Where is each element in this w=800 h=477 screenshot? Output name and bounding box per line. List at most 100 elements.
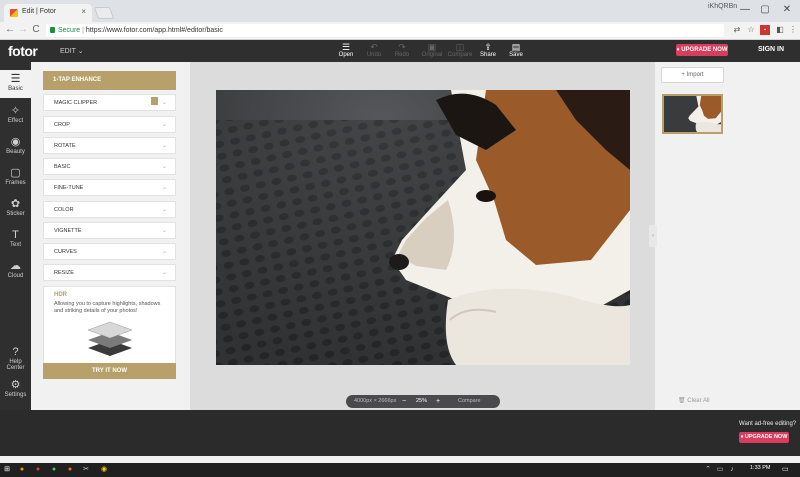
section-resize[interactable]: RESIZE ⌄ xyxy=(43,264,176,281)
minimize-icon[interactable]: — xyxy=(736,2,754,18)
rail-item-settings[interactable]: ⚙ Settings xyxy=(0,376,31,404)
share-icon: ⇪ xyxy=(484,42,492,52)
rail-item-basic[interactable]: ☰ Basic xyxy=(0,70,31,98)
original-button[interactable]: ▣ Original xyxy=(417,42,447,62)
taskbar-app-icon-4[interactable]: ● xyxy=(66,466,74,474)
image-dimensions: 4000px × 2666px xyxy=(354,398,397,404)
maximize-icon[interactable]: ▢ xyxy=(756,2,774,18)
zoom-bar: 4000px × 2666px − 25% + Compare xyxy=(346,395,500,408)
close-window-icon[interactable]: ✕ xyxy=(778,2,796,18)
rail-item-sticker[interactable]: ✿ Sticker xyxy=(0,195,31,223)
eye-icon: ◉ xyxy=(10,136,21,148)
url-text: https://www.fotor.com/app.html#/editor/b… xyxy=(85,27,223,34)
rail-item-beauty[interactable]: ◉ Beauty xyxy=(0,133,31,161)
action-center-icon[interactable]: ▭ xyxy=(782,465,789,473)
volume-icon[interactable]: ♪ xyxy=(728,466,736,474)
photo-canvas[interactable] xyxy=(216,90,630,365)
edit-mode-dropdown[interactable]: EDIT ⌄ xyxy=(60,47,84,55)
clear-all-button[interactable]: 🗑 Clear All xyxy=(678,397,710,404)
section-crop[interactable]: CROP ⌄ xyxy=(43,116,176,133)
open-button[interactable]: ☰ Open xyxy=(331,42,361,62)
upgrade-now-button[interactable]: ♦ UPGRADE NOW xyxy=(676,44,728,56)
original-icon: ▣ xyxy=(427,42,437,52)
redo-icon: ↷ xyxy=(398,42,406,52)
section-color[interactable]: COLOR ⌄ xyxy=(43,201,176,218)
save-icon: ▤ xyxy=(511,42,521,52)
rail-item-help-center[interactable]: ? Help Center xyxy=(0,343,31,371)
fotor-logo[interactable]: fotor xyxy=(8,43,38,59)
secure-label: Secure xyxy=(58,27,81,34)
taskbar-app-icon-1[interactable]: ● xyxy=(18,466,26,474)
chevron-down-icon: ⌄ xyxy=(161,249,167,255)
section-rotate[interactable]: ROTATE ⌄ xyxy=(43,137,176,154)
chevron-down-icon: ⌄ xyxy=(161,164,167,170)
redo-button[interactable]: ↷ Redo xyxy=(387,42,417,62)
bookmark-star-icon[interactable]: ☆ xyxy=(746,25,756,35)
sliders-icon: ☰ xyxy=(10,73,21,85)
windows-start-icon[interactable]: ⊞ xyxy=(3,466,11,474)
premium-badge-icon xyxy=(151,97,158,105)
reload-icon[interactable]: C xyxy=(29,23,43,37)
section-fine-tune[interactable]: FINE-TUNE ⌄ xyxy=(43,179,176,196)
hdr-title: HDR xyxy=(54,292,67,298)
profile-name[interactable]: iKhQRBn xyxy=(708,3,737,10)
section-curves[interactable]: CURVES ⌄ xyxy=(43,243,176,260)
section-magic-clipper[interactable]: MAGIC CLIPPER ⌄ xyxy=(43,94,176,111)
effect-icon: ✧ xyxy=(10,105,21,117)
chevron-down-icon: ⌄ xyxy=(161,270,167,276)
chevron-down-icon: ⌄ xyxy=(161,207,167,213)
section-vignette[interactable]: VIGNETTE ⌄ xyxy=(43,222,176,239)
taskbar-app-icon-2[interactable]: ● xyxy=(34,466,42,474)
rail-item-text[interactable]: T Text xyxy=(0,226,31,254)
sign-in-button[interactable]: SIGN IN xyxy=(758,46,784,53)
extension-icon[interactable]: ▪ xyxy=(760,25,770,35)
windows-taskbar xyxy=(0,463,800,477)
zoom-in-button[interactable]: + xyxy=(436,395,440,408)
browser-tab[interactable]: Edit | Fotor × xyxy=(4,4,92,22)
taskbar-app-icon-5[interactable]: ✂ xyxy=(82,466,90,474)
taskbar-clock[interactable]: 1:33 PM xyxy=(750,465,770,471)
tab-title: Edit | Fotor xyxy=(22,8,57,15)
back-icon[interactable]: ← xyxy=(3,23,17,37)
import-button[interactable]: + Import xyxy=(661,67,724,83)
photo-thumbnail[interactable] xyxy=(662,94,723,134)
help-icon: ? xyxy=(12,346,19,358)
undo-button[interactable]: ↶ Undo xyxy=(359,42,389,62)
hdr-description: Allowing you to capture highlights, shad… xyxy=(54,301,161,314)
menu-icon[interactable]: ⋮ xyxy=(788,25,798,35)
translate-icon[interactable]: ⇄ xyxy=(732,25,742,35)
collapse-right-panel-button[interactable]: › xyxy=(649,225,657,247)
taskbar-chrome-icon[interactable]: ◉ xyxy=(100,466,108,474)
extension-icon-2[interactable]: ◧ xyxy=(775,25,785,35)
lock-icon xyxy=(50,27,55,33)
rail-item-cloud[interactable]: ☁ Cloud xyxy=(0,257,31,285)
tab-close-icon[interactable]: × xyxy=(81,7,86,16)
compare-button[interactable]: ◫ Compare xyxy=(445,42,475,62)
taskbar-app-icon-3[interactable]: ● xyxy=(50,466,58,474)
fotor-favicon-icon xyxy=(10,9,18,17)
cloud-icon: ☁ xyxy=(10,260,21,272)
ad-free-text: Want ad-free editing? xyxy=(739,421,797,427)
section-basic[interactable]: BASIC ⌄ xyxy=(43,158,176,175)
undo-icon: ↶ xyxy=(370,42,378,52)
rail-item-effect[interactable]: ✧ Effect xyxy=(0,102,31,130)
zoom-level: 25% xyxy=(416,398,428,404)
zoom-out-button[interactable]: − xyxy=(402,395,406,408)
ad-upgrade-now-button[interactable]: ♦ UPGRADE NOW xyxy=(739,432,789,443)
share-button[interactable]: ⇪ Share xyxy=(473,42,503,62)
network-icon[interactable]: ▭ xyxy=(716,466,724,474)
one-tap-enhance-button[interactable]: 1-TAP ENHANCE xyxy=(43,71,176,90)
tray-icon-1[interactable]: ⌃ xyxy=(704,466,712,474)
try-it-now-button[interactable]: TRY IT NOW xyxy=(43,363,176,379)
url-input[interactable]: Secure | https://www.fotor.com/app.html#… xyxy=(46,24,724,37)
compare-icon: ◫ xyxy=(455,42,465,52)
dog-thumbnail-image xyxy=(664,96,721,132)
compare-toggle[interactable]: Compare xyxy=(458,395,481,408)
dog-photo-image xyxy=(216,90,630,365)
forward-icon[interactable]: → xyxy=(16,23,30,37)
rail-item-frames[interactable]: ▢ Frames xyxy=(0,164,31,192)
frame-icon: ▢ xyxy=(10,167,21,179)
gear-icon: ⚙ xyxy=(10,379,21,391)
hdr-layers-icon xyxy=(87,321,133,356)
save-button[interactable]: ▤ Save xyxy=(501,42,531,62)
